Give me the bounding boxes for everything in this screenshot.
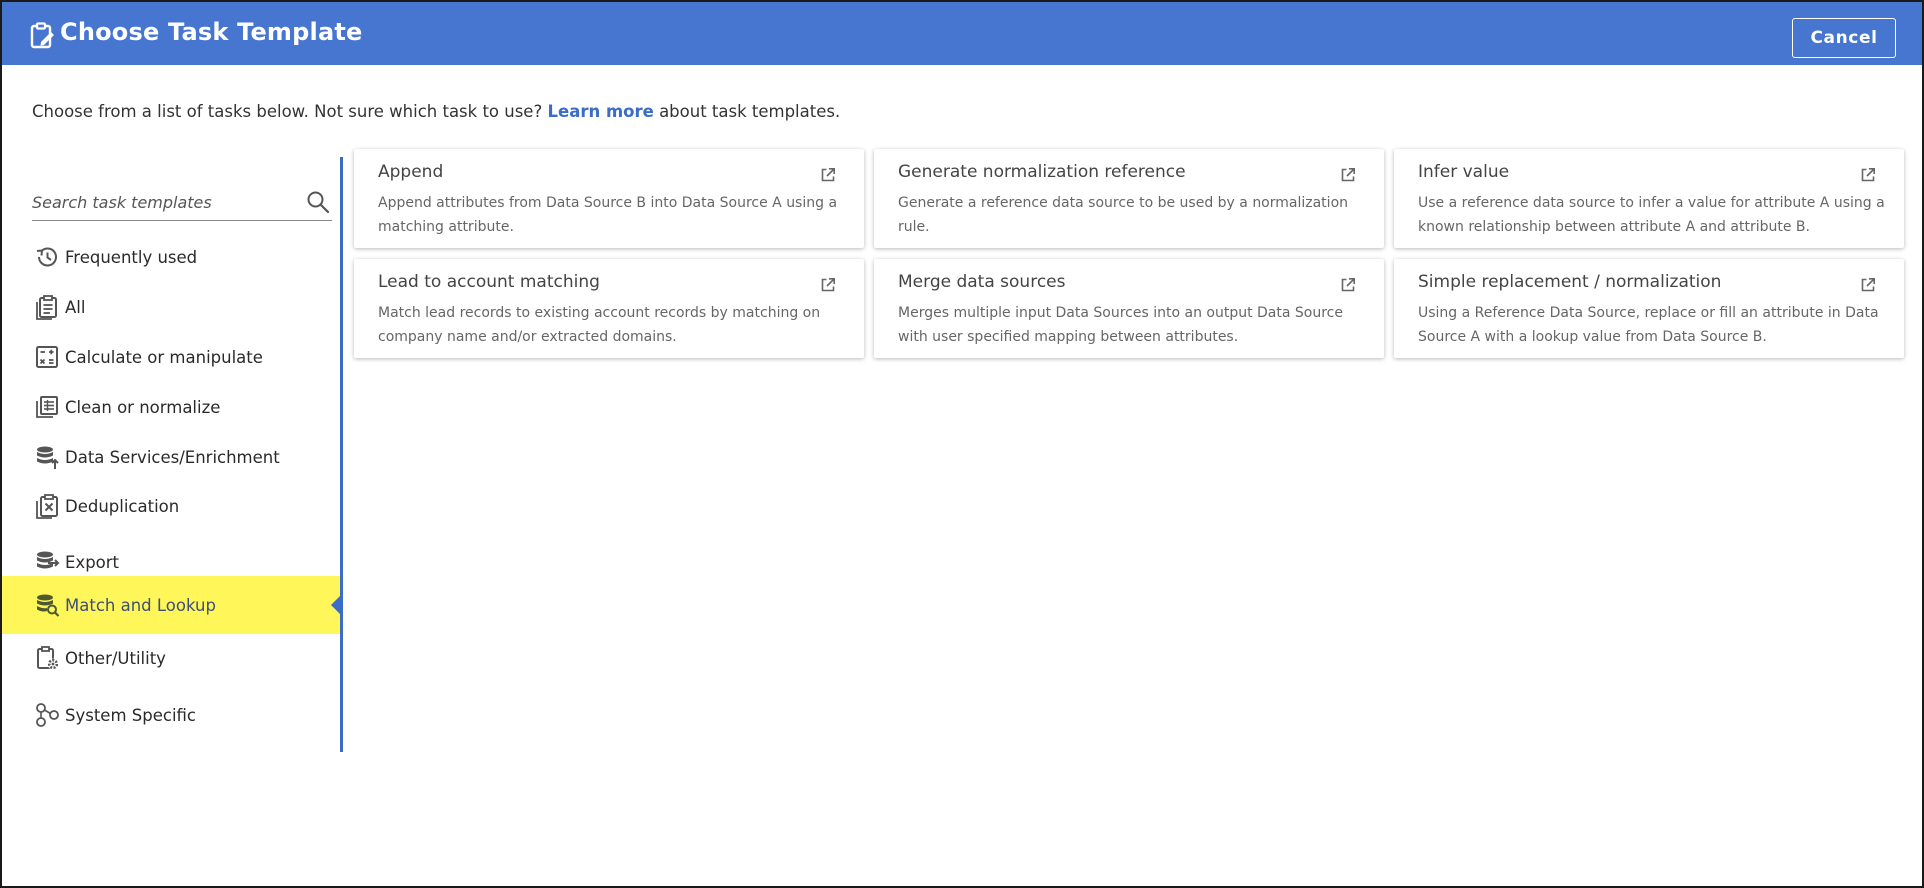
card-title: Append	[378, 162, 444, 182]
database-enrich-icon	[37, 446, 59, 469]
database-export-icon	[37, 551, 60, 569]
open-external-icon[interactable]	[1340, 167, 1356, 183]
intro-text-before: Choose from a list of tasks below. Not s…	[32, 102, 543, 121]
sidebar-divider	[340, 157, 343, 752]
sidebar-item-data-services[interactable]: Data Services/Enrichment	[2, 436, 340, 478]
open-external-icon[interactable]	[1340, 277, 1356, 293]
dedupe-icon	[36, 494, 58, 519]
template-card-simple-replacement[interactable]: Simple replacement / normalization Using…	[1394, 259, 1904, 358]
dialog-title: Choose Task Template	[60, 18, 363, 46]
card-title: Simple replacement / normalization	[1418, 272, 1722, 292]
template-card-append[interactable]: Append Append attributes from Data Sourc…	[354, 149, 864, 248]
sidebar-item-label: System Specific	[65, 705, 196, 725]
sidebar-item-label: Calculate or manipulate	[65, 347, 263, 367]
open-external-icon[interactable]	[1860, 167, 1876, 183]
sidebar-item-label: Frequently used	[65, 247, 198, 267]
card-title: Generate normalization reference	[898, 162, 1186, 182]
active-indicator	[331, 596, 340, 614]
sidebar-item-label: Other/Utility	[65, 648, 166, 668]
open-external-icon[interactable]	[820, 167, 836, 183]
sidebar-item-label: Data Services/Enrichment	[65, 447, 280, 467]
card-title: Merge data sources	[898, 272, 1066, 292]
sidebar-item-label: Export	[65, 552, 120, 572]
calculator-icon	[36, 346, 58, 368]
template-card-lead-to-account-matching[interactable]: Lead to account matching Match lead reco…	[354, 259, 864, 358]
clipboard-gear-icon	[37, 646, 59, 670]
clean-list-icon	[36, 396, 58, 418]
sidebar-item-deduplication[interactable]: Deduplication	[2, 485, 340, 527]
sidebar-item-label: All	[65, 297, 86, 317]
cancel-button[interactable]: Cancel	[1792, 18, 1896, 58]
category-sidebar: Frequently used All	[2, 157, 343, 752]
clipboard-edit-icon	[30, 22, 54, 49]
template-card-generate-normalization-reference[interactable]: Generate normalization reference Generat…	[874, 149, 1384, 248]
card-description: Merges multiple input Data Sources into …	[898, 305, 1343, 345]
card-description: Append attributes from Data Source B int…	[378, 195, 838, 235]
clipboard-list-icon	[36, 295, 57, 320]
choose-task-template-dialog: Choose Task Template Cancel Choose from …	[0, 0, 1924, 888]
card-description: Generate a reference data source to be u…	[898, 195, 1349, 235]
intro-text-after: about task templates.	[659, 102, 841, 121]
search-icon[interactable]	[306, 190, 330, 214]
sidebar-item-other-utility[interactable]: Other/Utility	[2, 637, 340, 679]
open-external-icon[interactable]	[820, 277, 836, 293]
card-description: Match lead records to existing account r…	[378, 305, 821, 345]
sidebar-item-label: Clean or normalize	[65, 397, 221, 417]
sidebar-item-match-and-lookup[interactable]: Match and Lookup	[2, 576, 340, 634]
card-title: Lead to account matching	[378, 272, 600, 292]
card-description: Use a reference data source to infer a v…	[1418, 195, 1885, 235]
dialog-header: Choose Task Template Cancel	[2, 2, 1922, 65]
sidebar-item-clean[interactable]: Clean or normalize	[2, 386, 340, 428]
template-card-merge-data-sources[interactable]: Merge data sources Merges multiple input…	[874, 259, 1384, 358]
history-icon	[36, 247, 57, 267]
learn-more-link[interactable]: Learn more	[547, 102, 653, 121]
template-card-infer-value[interactable]: Infer value Use a reference data source …	[1394, 149, 1904, 248]
open-external-icon[interactable]	[1860, 277, 1876, 293]
sidebar-item-all[interactable]: All	[2, 286, 340, 328]
card-title: Infer value	[1418, 162, 1510, 182]
system-nodes-icon	[36, 703, 59, 727]
sidebar-item-frequently-used[interactable]: Frequently used	[2, 236, 340, 278]
search-input[interactable]	[32, 189, 292, 215]
search-box	[32, 183, 332, 221]
sidebar-item-label: Match and Lookup	[65, 595, 216, 615]
intro-text: Choose from a list of tasks below. Not s…	[32, 102, 840, 121]
database-search-icon	[37, 594, 60, 617]
sidebar-item-system-specific[interactable]: System Specific	[2, 694, 340, 736]
card-description: Using a Reference Data Source, replace o…	[1418, 305, 1879, 345]
sidebar-item-label: Deduplication	[65, 496, 180, 516]
sidebar-item-calculate[interactable]: Calculate or manipulate	[2, 336, 340, 378]
